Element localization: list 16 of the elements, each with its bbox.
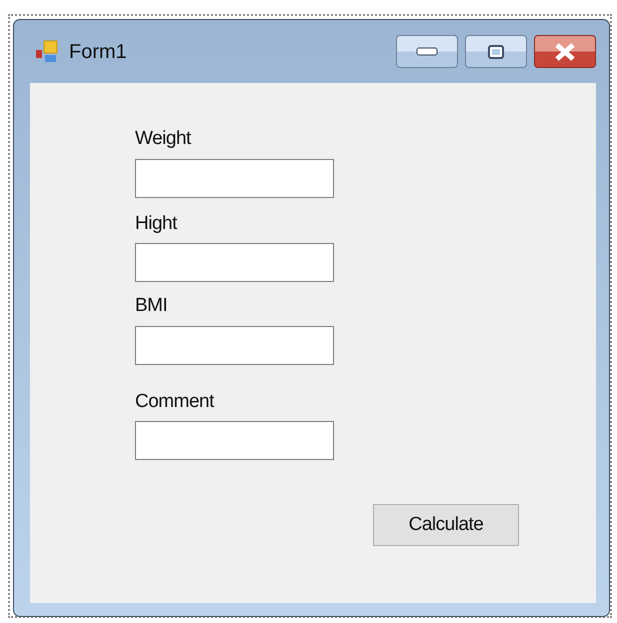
close-button[interactable] [534, 35, 596, 68]
window-title: Form1 [69, 40, 127, 64]
text-field[interactable] [135, 421, 334, 460]
text-field[interactable] [135, 243, 334, 282]
maximize-button[interactable] [465, 35, 527, 68]
maximize-icon [488, 44, 504, 58]
field-label: Comment [135, 390, 216, 414]
field-label: Weight [135, 127, 192, 151]
field-label: Hight [135, 212, 178, 236]
minimize-icon [416, 46, 438, 56]
calculate-button[interactable]: Calculate [373, 504, 519, 546]
text-field[interactable] [135, 326, 334, 364]
minimize-button[interactable] [396, 35, 458, 68]
text-field[interactable] [135, 158, 334, 198]
close-icon [554, 42, 576, 60]
field-label: BMI [135, 294, 168, 318]
